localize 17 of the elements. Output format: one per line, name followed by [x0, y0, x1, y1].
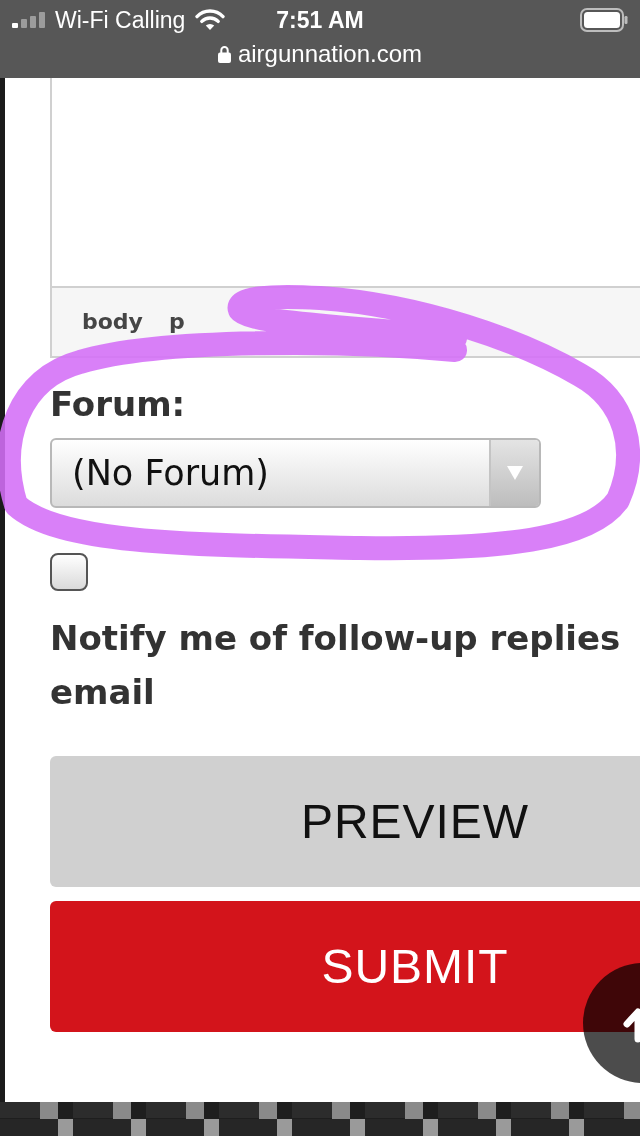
arrow-up-icon	[623, 1008, 640, 1043]
element-path-link[interactable]: p	[168, 311, 185, 333]
signal-strength-icon	[12, 12, 45, 28]
carrier-label: Wi-Fi Calling	[55, 8, 186, 32]
clock-time: 7:51 AM	[276, 8, 364, 32]
site-address: airgunnation.com	[237, 42, 423, 66]
lock-icon	[217, 45, 231, 63]
element-path-link[interactable]: body	[82, 311, 143, 333]
submit-button[interactable]: SUBMIT	[50, 901, 640, 1032]
notify-label: Notify me of follow-up replies email	[50, 617, 622, 714]
notify-checkbox[interactable]	[50, 553, 88, 591]
wifi-icon	[195, 9, 226, 31]
forum-select[interactable]: (No Forum)	[50, 438, 541, 508]
forum-label: Forum:	[50, 384, 186, 424]
preview-button[interactable]: PREVIEW	[50, 756, 640, 887]
scroll-to-top-button[interactable]	[583, 963, 640, 1083]
battery-icon	[580, 8, 628, 32]
